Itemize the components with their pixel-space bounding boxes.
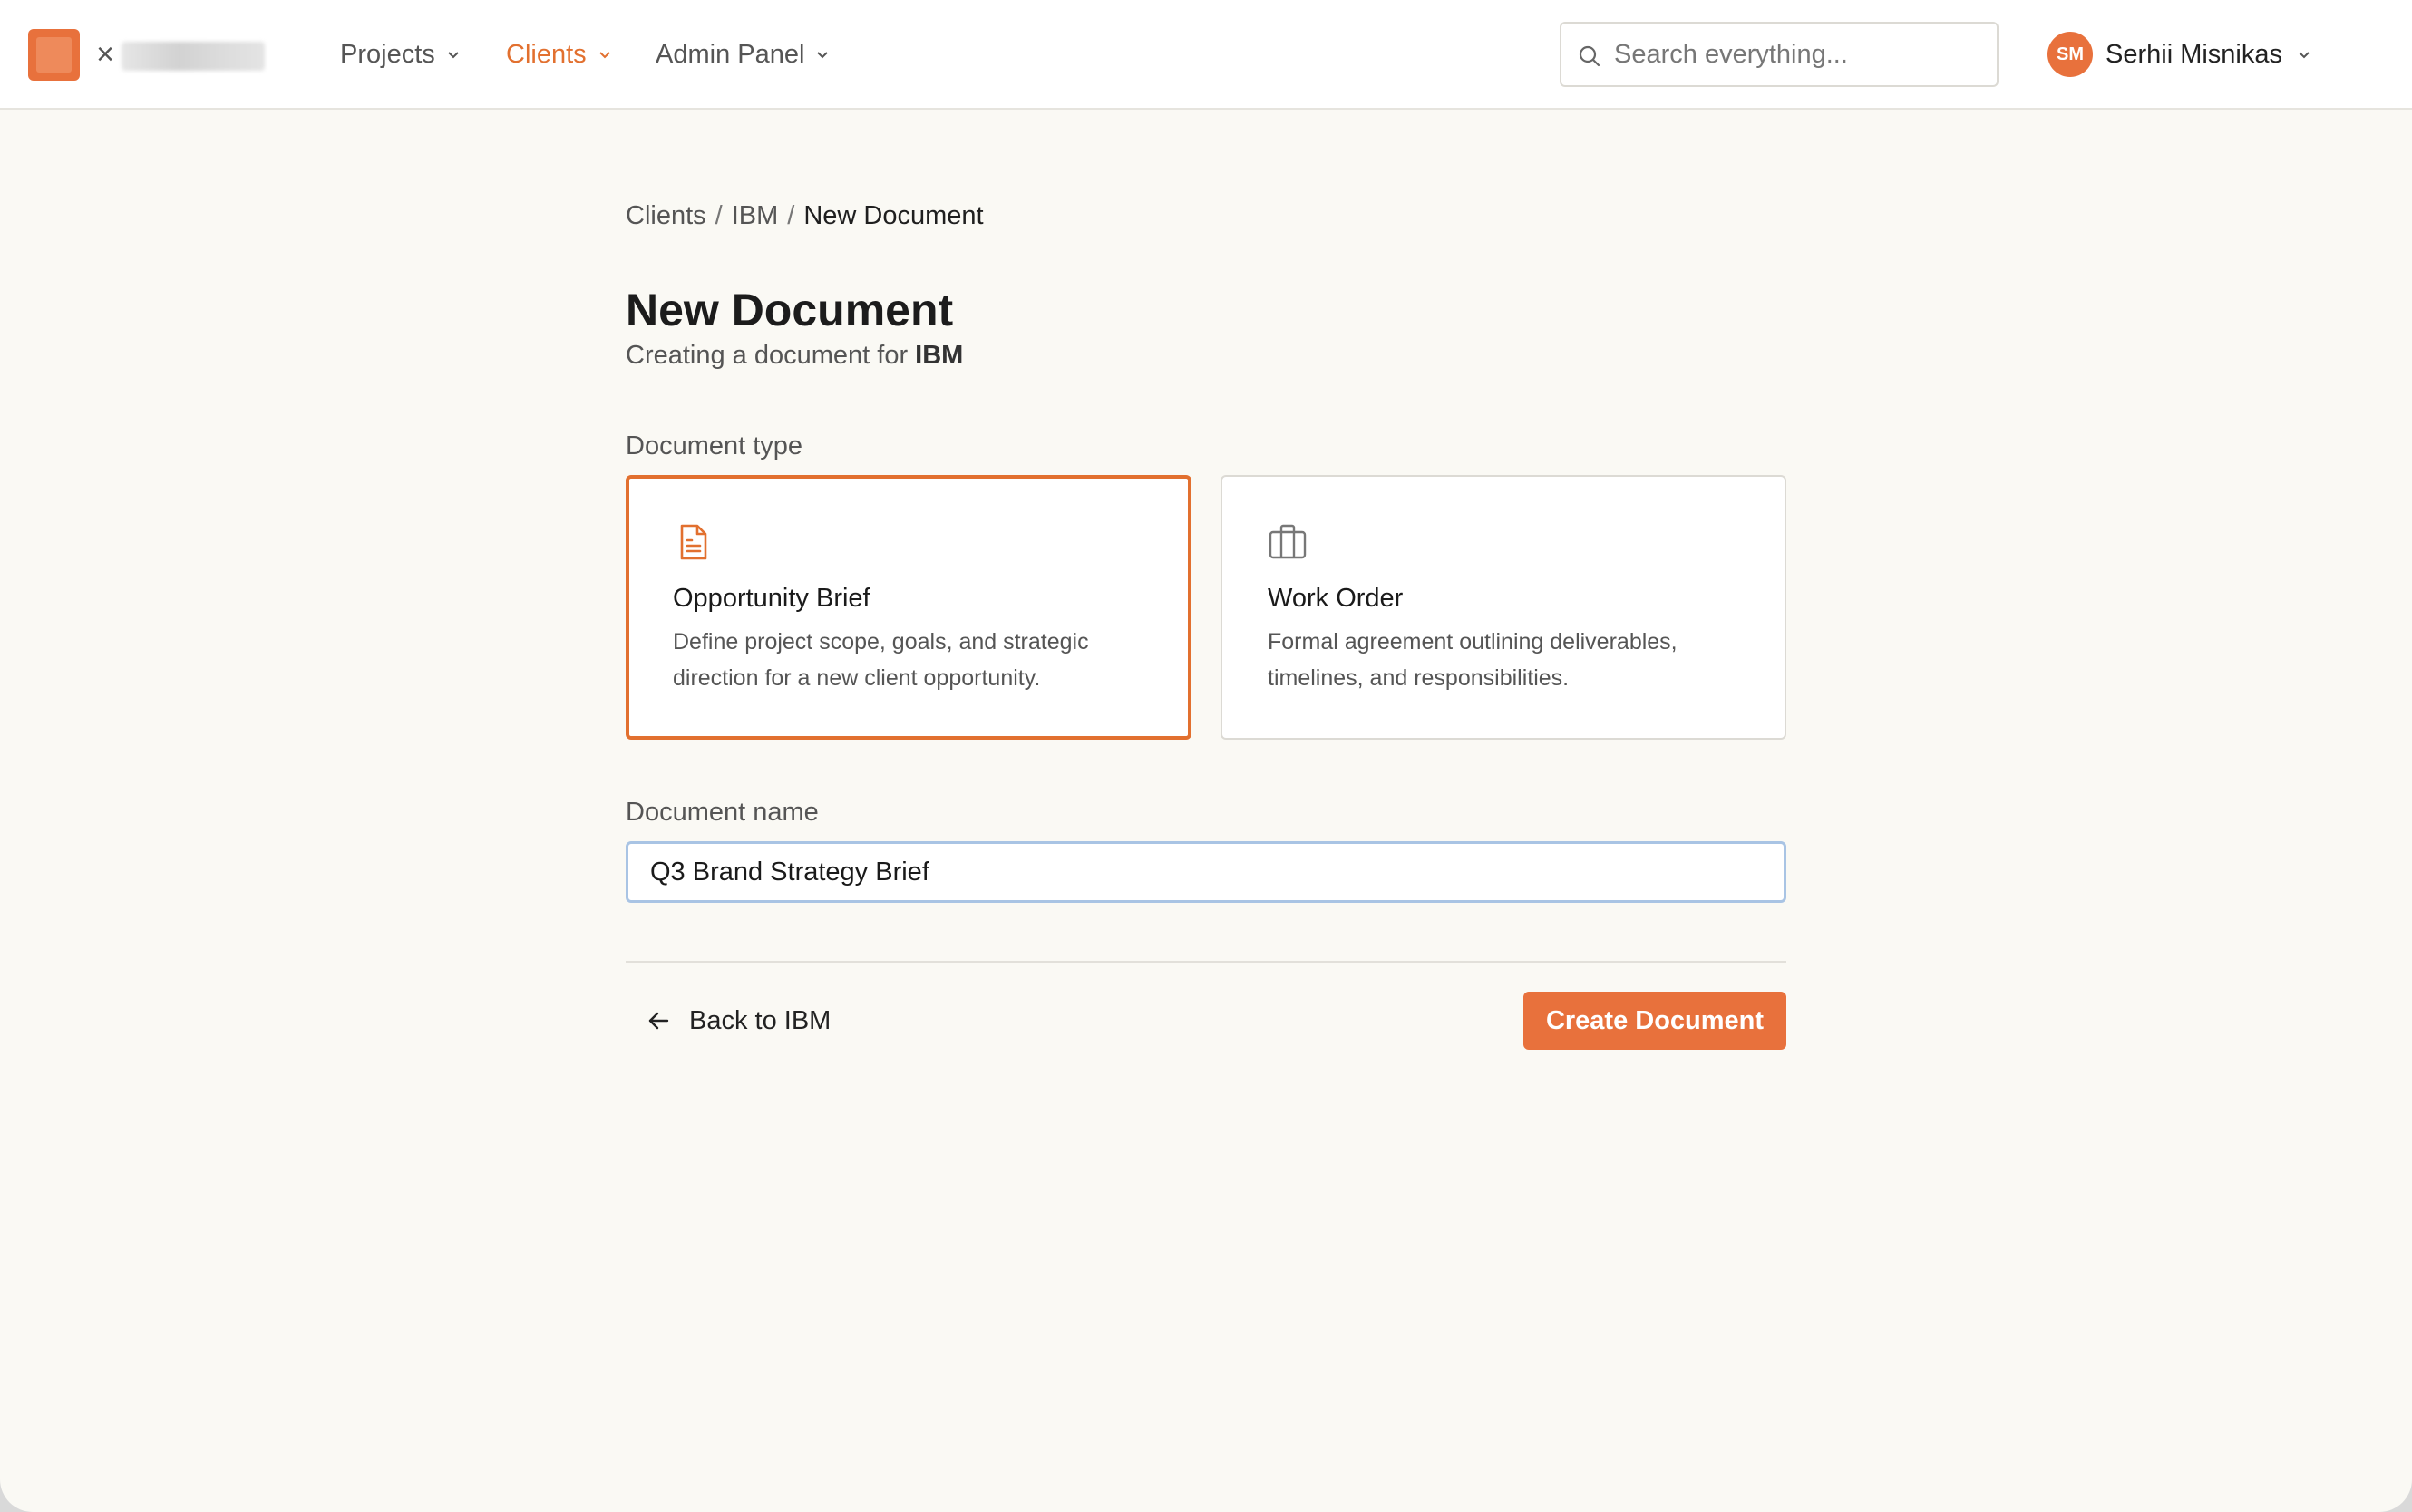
search-input[interactable] (1614, 36, 1986, 73)
blurred-brand-name (122, 42, 265, 71)
card-title: Opportunity Brief (673, 584, 870, 613)
search-box[interactable] (1560, 22, 1999, 87)
document-type-label: Document type (626, 431, 803, 460)
app-window: × Projects Clients Admin Panel SM Serhii… (0, 0, 2412, 1512)
nav-admin-panel[interactable]: Admin Panel (656, 34, 830, 74)
document-name-label: Document name (626, 798, 819, 827)
back-label: Back to IBM (689, 1005, 832, 1035)
back-to-client-link[interactable]: Back to IBM (646, 1001, 831, 1041)
user-name: Serhii Misnikas (2106, 39, 2282, 69)
breadcrumb-current: New Document (803, 201, 984, 230)
nav-clients[interactable]: Clients (506, 34, 612, 74)
breadcrumb: Clients / IBM / New Document (626, 198, 984, 234)
breadcrumb-clients[interactable]: Clients (626, 198, 706, 234)
document-icon (680, 524, 707, 560)
document-name-input[interactable] (626, 841, 1786, 903)
nav-admin-panel-label: Admin Panel (656, 40, 805, 69)
arrow-left-icon (648, 1012, 669, 1030)
doc-type-card-work-order[interactable]: Work Order Formal agreement outlining de… (1221, 475, 1786, 740)
chevron-down-icon (2299, 52, 2310, 59)
create-document-button[interactable]: Create Document (1523, 992, 1786, 1050)
page-subtitle: Creating a document for IBM (626, 337, 963, 373)
doc-type-card-opportunity-brief[interactable]: Opportunity Brief Define project scope, … (626, 475, 1191, 740)
user-menu[interactable]: SM Serhii Misnikas (2047, 31, 2311, 78)
breadcrumb-separator: / (787, 201, 795, 230)
nav-clients-label: Clients (506, 40, 587, 69)
chevron-down-icon (598, 52, 610, 59)
briefcase-icon (1269, 524, 1307, 559)
page-title: New Document (626, 285, 954, 335)
subtitle-prefix: Creating a document for (626, 341, 916, 370)
app-logo[interactable] (28, 29, 80, 81)
top-nav-bar: × Projects Clients Admin Panel SM Serhii… (0, 0, 2412, 110)
avatar: SM (2047, 32, 2093, 77)
search-icon (1579, 45, 1600, 67)
nav-projects-label: Projects (340, 40, 435, 69)
card-description: Define project scope, goals, and strateg… (673, 629, 1089, 691)
close-icon: × (96, 37, 114, 72)
card-description: Formal agreement outlining deliverables,… (1268, 629, 1678, 691)
subtitle-client: IBM (915, 341, 964, 370)
breadcrumb-ibm[interactable]: IBM (732, 198, 779, 234)
card-title: Work Order (1268, 584, 1404, 613)
divider (626, 961, 1786, 963)
chevron-down-icon (448, 52, 459, 59)
breadcrumb-separator: / (715, 201, 723, 230)
nav-projects[interactable]: Projects (340, 34, 461, 74)
chevron-down-icon (817, 52, 829, 59)
